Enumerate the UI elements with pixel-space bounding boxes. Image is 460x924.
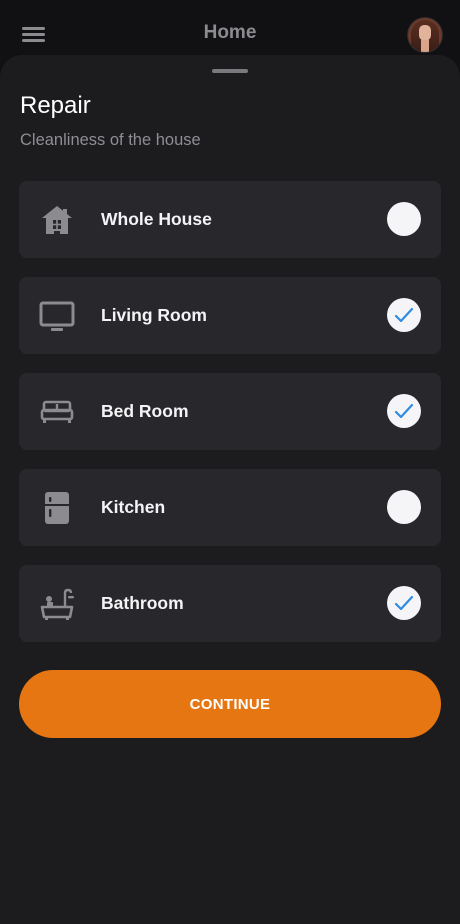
sheet-title: Repair — [20, 92, 91, 119]
tv-icon — [39, 299, 75, 333]
option-whole-house[interactable]: Whole House — [19, 181, 441, 258]
continue-button[interactable]: CONTINUE — [19, 670, 441, 738]
option-label: Living Room — [101, 305, 207, 325]
room-options-list: Whole House Living Room Bed Room Kitchen… — [19, 181, 441, 661]
option-label: Bathroom — [101, 593, 184, 613]
option-checkbox[interactable] — [387, 490, 421, 524]
sheet-drag-handle[interactable] — [212, 69, 248, 73]
option-checkbox[interactable] — [387, 202, 421, 236]
option-checkbox-checked[interactable] — [387, 298, 421, 332]
avatar[interactable] — [407, 17, 443, 53]
house-icon — [39, 203, 75, 237]
bottom-sheet: Repair Cleanliness of the house Whole Ho… — [0, 55, 460, 924]
bed-icon — [39, 395, 75, 429]
page-title: Home — [203, 22, 257, 43]
option-label: Bed Room — [101, 401, 189, 421]
check-icon — [394, 595, 414, 611]
option-checkbox-checked[interactable] — [387, 586, 421, 620]
bathtub-icon — [39, 587, 75, 621]
check-icon — [394, 307, 414, 323]
option-living-room[interactable]: Living Room — [19, 277, 441, 354]
option-bed-room[interactable]: Bed Room — [19, 373, 441, 450]
check-icon — [394, 403, 414, 419]
sheet-subtitle: Cleanliness of the house — [20, 131, 201, 149]
option-bathroom[interactable]: Bathroom — [19, 565, 441, 642]
option-label: Kitchen — [101, 497, 166, 517]
option-label: Whole House — [101, 209, 212, 229]
option-kitchen[interactable]: Kitchen — [19, 469, 441, 546]
fridge-icon — [39, 491, 75, 525]
option-checkbox-checked[interactable] — [387, 394, 421, 428]
